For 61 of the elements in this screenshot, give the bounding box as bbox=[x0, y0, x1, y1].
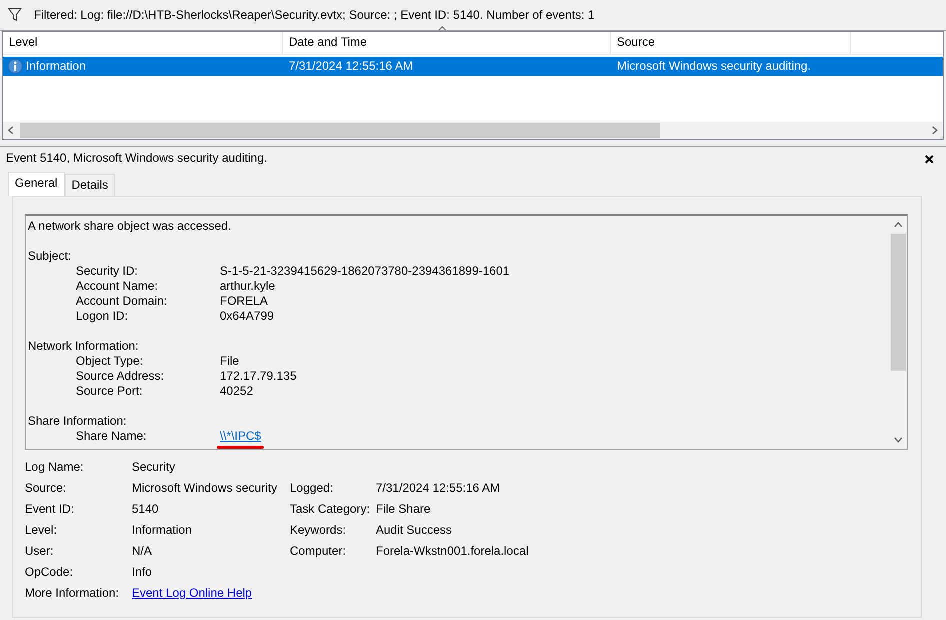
property-value: N/A bbox=[132, 544, 152, 558]
column-header[interactable]: Level bbox=[9, 35, 38, 49]
column-header[interactable]: Date and Time bbox=[289, 35, 368, 49]
scroll-up-icon[interactable] bbox=[894, 222, 903, 228]
scroll-left-icon[interactable] bbox=[8, 126, 14, 135]
field-value: arthur.kyle bbox=[220, 279, 276, 293]
property-value: Info bbox=[132, 565, 152, 579]
property-label: Logged: bbox=[290, 481, 334, 496]
section-heading: Share Information: bbox=[28, 414, 127, 428]
property-label: OpCode: bbox=[25, 565, 74, 580]
property-value: 5140 bbox=[132, 502, 159, 516]
property-value: Microsoft Windows security bbox=[132, 481, 278, 495]
property-label: Log Name: bbox=[25, 460, 85, 475]
filter-description: Filtered: Log: file://D:\HTB-Sherlocks\Reaper\Security.evtx; Source: ; Event ID: 5140. Number of events: 1 bbox=[34, 8, 595, 22]
close-icon[interactable] bbox=[925, 155, 934, 164]
field-label: Logon ID: bbox=[76, 309, 130, 324]
tab[interactable]: Details bbox=[64, 174, 116, 196]
property-label: Computer: bbox=[290, 544, 348, 559]
field-label: Source Port: bbox=[76, 384, 144, 399]
field-value: 0x64A799 bbox=[220, 309, 274, 323]
property-value: 7/31/2024 12:55:16 AM bbox=[376, 481, 500, 495]
property-label: Source: bbox=[25, 481, 68, 496]
field-label: Security ID: bbox=[76, 264, 140, 279]
field-value: 172.17.79.135 bbox=[220, 369, 297, 383]
section-heading: Network Information: bbox=[28, 339, 139, 353]
field-label: Account Domain: bbox=[76, 294, 168, 309]
field-value: File bbox=[220, 354, 240, 368]
property-value: Security bbox=[132, 460, 176, 474]
event-title: Event 5140, Microsoft Windows security auditing. bbox=[6, 151, 268, 167]
share-name-link[interactable]: \\*\IPC$ bbox=[220, 429, 262, 444]
scroll-right-icon[interactable] bbox=[932, 126, 938, 135]
property-value: File Share bbox=[376, 502, 431, 516]
description-text: A network share object was accessed. bbox=[28, 219, 232, 234]
field-value: 40252 bbox=[220, 384, 254, 398]
property-value: Audit Success bbox=[376, 523, 452, 537]
table-cell: Microsoft Windows security auditing. bbox=[617, 59, 812, 73]
scroll-down-icon[interactable] bbox=[894, 437, 903, 443]
property-value: Forela-Wkstn001.forela.local bbox=[376, 544, 529, 558]
help-link[interactable]: Event Log Online Help bbox=[132, 586, 252, 600]
table-cell: Information bbox=[26, 59, 86, 74]
section-heading: Subject: bbox=[28, 249, 72, 263]
property-label: More Information: bbox=[25, 586, 120, 601]
field-label: Object Type: bbox=[76, 354, 144, 369]
info-icon bbox=[8, 59, 23, 74]
event-row[interactable]: Information 7/31/2024 12:55:16 AM Microsoft Windows security auditing. bbox=[3, 57, 943, 76]
horizontal-scrollbar[interactable] bbox=[3, 122, 943, 139]
table-cell: 7/31/2024 12:55:16 AM bbox=[289, 59, 414, 73]
property-label: User: bbox=[25, 544, 55, 559]
field-label: Account Name: bbox=[76, 279, 160, 294]
column-header[interactable]: Source bbox=[617, 35, 656, 49]
tab[interactable]: General bbox=[8, 172, 65, 196]
property-label: Keywords: bbox=[290, 523, 348, 538]
field-label: Source Address: bbox=[76, 369, 166, 384]
property-label: Task Category: bbox=[290, 502, 372, 517]
filter-icon bbox=[8, 8, 22, 22]
field-value: FORELA bbox=[220, 294, 268, 308]
field-value: S-1-5-21-3239415629-1862073780-2394361899-1601 bbox=[220, 264, 510, 278]
field-label: Share Name: bbox=[76, 429, 148, 444]
property-label: Event ID: bbox=[25, 502, 76, 517]
property-label: Level: bbox=[25, 523, 58, 538]
property-value: Information bbox=[132, 523, 192, 537]
